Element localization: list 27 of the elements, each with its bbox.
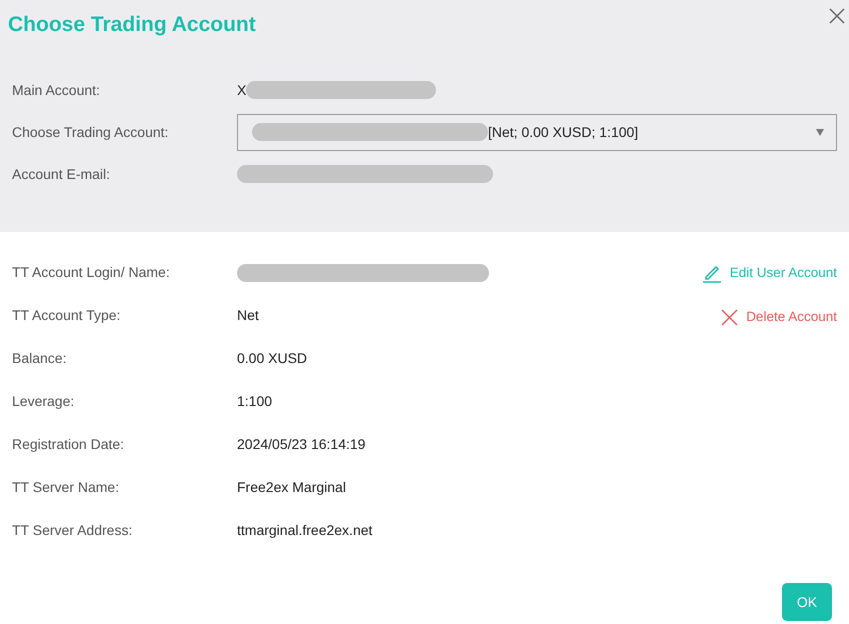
- delete-link[interactable]: Delete Account: [721, 295, 837, 339]
- account-select[interactable]: [Net; 0.00 XUSD; 1:100]: [237, 114, 837, 150]
- caret-icon: [816, 128, 824, 136]
- detail-label: Leverage:: [12, 392, 76, 411]
- detail-label: Balance:: [12, 349, 68, 368]
- select-value: [Net; 0.00 XUSD; 1:100]: [488, 122, 638, 142]
- detail-value: Net: [237, 306, 259, 325]
- field-label: Account E-mail:: [12, 164, 112, 184]
- detail-value: ttmarginal.free2ex.net: [237, 521, 372, 540]
- detail-label: Registration Date:: [12, 435, 126, 454]
- dialog-title: Choose Trading Account: [8, 14, 257, 35]
- detail-label: TT Server Address:: [12, 521, 134, 540]
- field-value: X: [237, 80, 246, 100]
- pencil-icon: [702, 263, 722, 283]
- detail-value: 0.00 XUSD: [237, 349, 308, 368]
- ok-button[interactable]: OK: [782, 583, 832, 621]
- detail-label: TT Server Name:: [12, 478, 120, 497]
- detail-label: TT Account Type:: [12, 306, 122, 325]
- detail-value: 1:100: [237, 392, 272, 411]
- field-label: Main Account:: [12, 80, 101, 100]
- detail-value: Free2ex Marginal: [237, 478, 346, 497]
- detail-label: TT Account Login/ Name:: [12, 263, 171, 282]
- detail-value: 2024/05/23 16:14:19: [237, 435, 366, 454]
- close-icon: [721, 308, 738, 326]
- edit-link[interactable]: Edit User Account: [702, 251, 837, 295]
- close-button[interactable]: [829, 8, 845, 24]
- field-label: Choose Trading Account:: [12, 122, 170, 142]
